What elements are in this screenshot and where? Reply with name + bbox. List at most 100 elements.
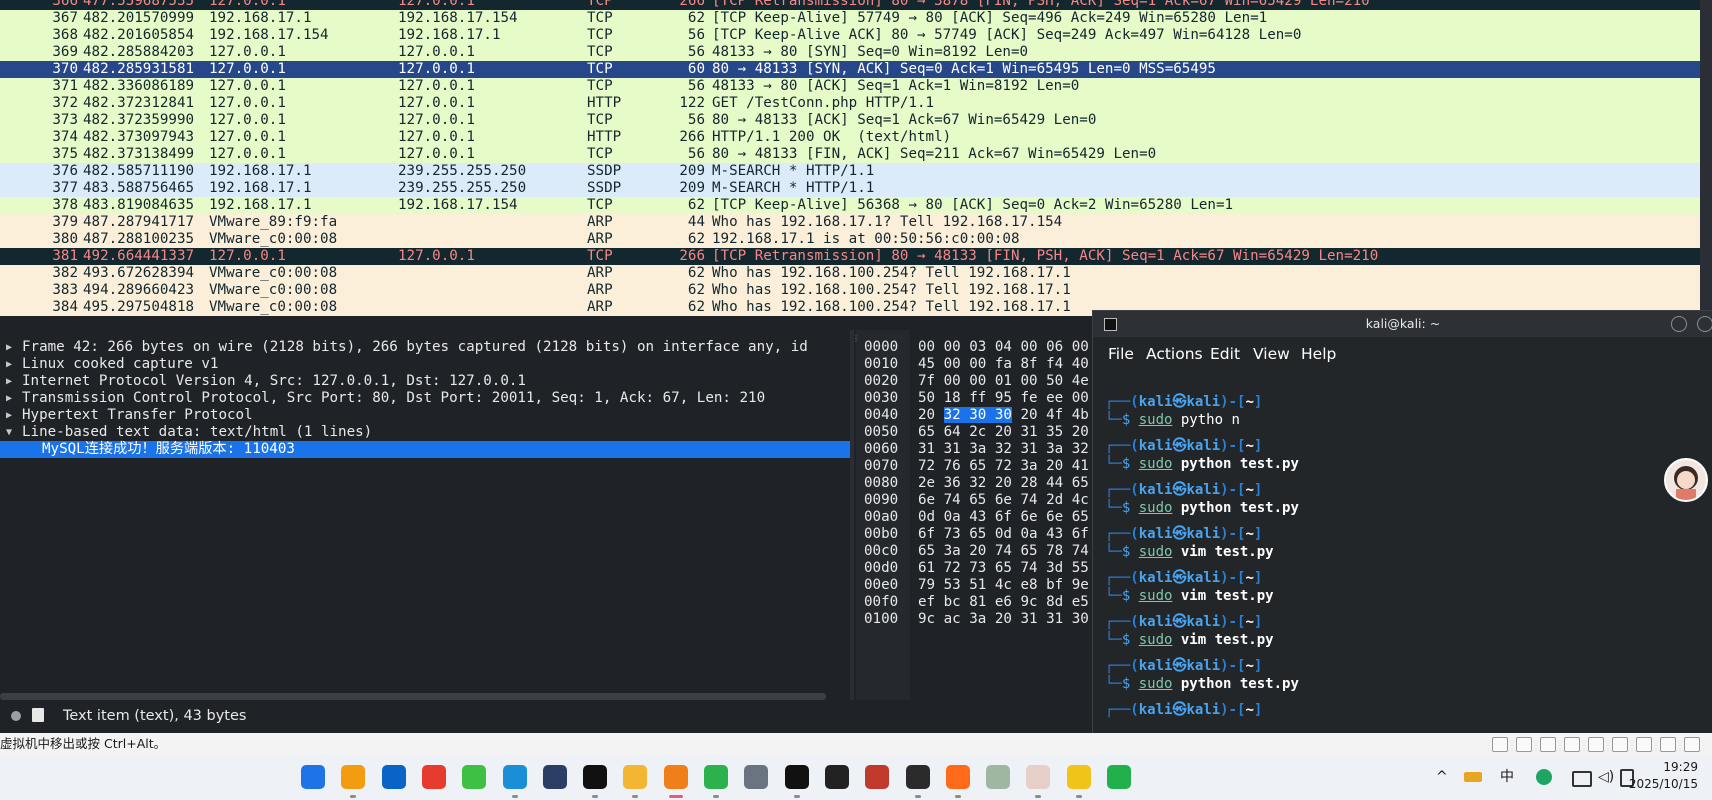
packet-row[interactable]: 383 494.289660423 VMware_c0:00:08 ARP 62 Who …	[0, 282, 1700, 299]
byte-hex-row[interactable]: 2e 36 32 20 28 44 65	[918, 475, 1089, 492]
music-icon[interactable]	[583, 765, 607, 789]
minimize-button[interactable]	[1671, 316, 1687, 332]
byte-hex-row[interactable]: 0d 0a 43 6f 6e 6e 65	[918, 509, 1089, 526]
details-tree-item[interactable]: MySQL连接成功！服务端版本: 110403	[0, 441, 850, 458]
details-horizontal-scrollbar[interactable]	[0, 693, 826, 700]
expand-arrow-icon[interactable]: ▶	[6, 373, 12, 390]
byte-hex-row[interactable]: 72 76 65 72 3a 20 41	[918, 458, 1089, 475]
tray-clock[interactable]: 19:29 2025/10/15	[1629, 759, 1698, 793]
vm-sound-icon[interactable]	[1540, 737, 1556, 752]
iqiyi-icon[interactable]	[462, 765, 486, 789]
details-tree-item[interactable]: ▶ Linux cooked capture v1	[0, 356, 850, 373]
packet-bytes-pane[interactable]: 0000 0010 0020 0030 0040 0050 0060 0070 0080 0090…	[856, 330, 1096, 700]
display-icon[interactable]	[1572, 771, 1592, 787]
ime-indicator[interactable]: 中	[1500, 769, 1514, 785]
vm-device-icon[interactable]	[1588, 737, 1604, 752]
vm-device-icon[interactable]	[1660, 737, 1676, 752]
byte-hex-row[interactable]: ef bc 81 e6 9c 8d e5	[918, 594, 1089, 611]
settings-icon[interactable]	[744, 765, 768, 789]
packet-row[interactable]: 379 487.287941717 VMware_89:f9:fa ARP 44 Who …	[0, 214, 1700, 231]
byte-hex-row[interactable]: 6e 74 65 6e 74 2d 4c	[918, 492, 1089, 509]
vm-device-icon[interactable]	[1492, 737, 1508, 752]
packet-row[interactable]: 381 492.664441337 127.0.0.1 127.0.0.1 TCP 266…	[0, 248, 1700, 265]
packet-row[interactable]: 375 482.373138499 127.0.0.1 127.0.0.1 TCP 56 8…	[0, 146, 1700, 163]
packet-row[interactable]: 366 477.559687535 127.0.0.1 127.0.0.1 TCP 266…	[0, 0, 1700, 10]
vm-fullscreen-icon[interactable]	[1684, 737, 1700, 752]
folder-icon[interactable]	[623, 765, 647, 789]
packet-row[interactable]: 368 482.201605854 192.168.17.154 192.168.17…	[0, 27, 1700, 44]
command-line[interactable]: └─$ sudo python test.py	[1105, 499, 1299, 517]
collapse-arrow-icon[interactable]: ▼	[6, 424, 12, 441]
command-line[interactable]: └─$ sudo vim test.py	[1105, 543, 1274, 561]
terminal-window[interactable]: kali@kali: ~ File Actions Edit View Help ┌──…	[1092, 310, 1712, 734]
byte-hex-row[interactable]: 61 72 73 65 74 3d 55	[918, 560, 1089, 577]
packet-row[interactable]: 374 482.373097943 127.0.0.1 127.0.0.1 HTTP 26…	[0, 129, 1700, 146]
qq-icon[interactable]	[785, 765, 809, 789]
details-tree-item[interactable]: ▼ Line-based text data: text/html (1 line…	[0, 424, 850, 441]
cat-app-icon[interactable]	[543, 765, 567, 789]
floating-avatar[interactable]	[1664, 458, 1708, 502]
details-tree-item[interactable]: ▶ Hypertext Transfer Protocol	[0, 407, 850, 424]
expand-arrow-icon[interactable]: ▶	[6, 356, 12, 373]
vm-printer-icon[interactable]	[1636, 737, 1652, 752]
outlook-icon[interactable]	[382, 765, 406, 789]
packet-row[interactable]: 370 482.285931581 127.0.0.1 127.0.0.1 TCP 60 8…	[0, 61, 1700, 78]
terminal-titlebar[interactable]: kali@kali: ~	[1093, 311, 1712, 337]
close-button[interactable]	[1697, 316, 1712, 332]
command-line[interactable]: └─$ sudo python test.py	[1105, 455, 1299, 473]
tray-status-icon[interactable]	[1536, 769, 1552, 785]
expand-arrow-icon[interactable]: ▶	[6, 407, 12, 424]
details-tree-item[interactable]: ▶ Internet Protocol Version 4, Src: 127.0…	[0, 373, 850, 390]
edit-comment-icon[interactable]	[32, 708, 44, 722]
packet-row[interactable]: 367 482.201570999 192.168.17.1 192.168.17.1…	[0, 10, 1700, 27]
tray-app-icon[interactable]	[1464, 772, 1482, 782]
expand-arrow-icon[interactable]: ▶	[6, 390, 12, 407]
menu-help[interactable]: Help	[1301, 337, 1336, 371]
command-line[interactable]: └─$ sudo python test.py	[1105, 675, 1299, 693]
vm-device-icon[interactable]	[1612, 737, 1628, 752]
clock-app-icon[interactable]	[1067, 765, 1091, 789]
byte-hex-row[interactable]: 79 53 51 4c e8 bf 9e	[918, 577, 1089, 594]
packet-row[interactable]: 376 482.585711190 192.168.17.1 239.255.255.…	[0, 163, 1700, 180]
byte-hex-row[interactable]: 20 32 30 30 20 4f 4b	[918, 407, 1089, 424]
byte-hex-row[interactable]: 7f 00 00 01 00 50 4e	[918, 373, 1089, 390]
command-line[interactable]: └─$ sudo pytho n	[1105, 411, 1240, 429]
edge-icon[interactable]	[503, 765, 527, 789]
menu-file[interactable]: File	[1108, 337, 1134, 371]
command-line[interactable]: └─$ sudo vim test.py	[1105, 587, 1274, 605]
command-line[interactable]: └─$ sudo vim test.py	[1105, 631, 1274, 649]
browser-icon[interactable]	[341, 765, 365, 789]
wechat-icon[interactable]	[704, 765, 728, 789]
byte-hex-row[interactable]: 65 64 2c 20 31 35 20	[918, 424, 1089, 441]
notion-icon[interactable]	[825, 765, 849, 789]
chevron-up-icon[interactable]: ^	[1436, 769, 1448, 785]
details-tree-item[interactable]: ▶ Frame 42: 266 bytes on wire (2128 bits)…	[0, 339, 850, 356]
details-tree-item[interactable]: ▶ Transmission Control Protocol, Src Port…	[0, 390, 850, 407]
packet-details-pane[interactable]: ▶ Frame 42: 266 bytes on wire (2128 bits)…	[0, 330, 850, 700]
packet-list-scrollbar[interactable]	[1700, 0, 1712, 316]
packet-list[interactable]: 366 477.559687535 127.0.0.1 127.0.0.1 TCP 266…	[0, 0, 1700, 316]
menu-actions[interactable]: Actions	[1146, 337, 1203, 371]
terminal-body[interactable]: ┌──(kali㉿kali)-[~] └─$ sudo pytho n ┌──(ka…	[1093, 371, 1712, 733]
byte-hex-row[interactable]: 9c ac 3a 20 31 31 30	[918, 611, 1089, 628]
packet-row[interactable]: 382 493.672628394 VMware_c0:00:08 ARP 62 Who …	[0, 265, 1700, 282]
vm-device-icon[interactable]	[1516, 737, 1532, 752]
packet-row[interactable]: 372 482.372312841 127.0.0.1 127.0.0.1 HTTP 12…	[0, 95, 1700, 112]
vm-device-icon[interactable]	[1564, 737, 1580, 752]
volume-icon[interactable]: ◁)	[1598, 769, 1614, 785]
terminal-icon[interactable]	[906, 765, 930, 789]
packet-row[interactable]: 377 483.588756465 192.168.17.1 239.255.255.…	[0, 180, 1700, 197]
byte-hex-row[interactable]: 65 3a 20 74 65 78 74	[918, 543, 1089, 560]
kali-dragon-icon[interactable]	[986, 765, 1010, 789]
vmware-icon[interactable]	[664, 765, 688, 789]
menu-edit[interactable]: Edit	[1210, 337, 1240, 371]
byte-hex-row[interactable]: 50 18 ff 95 fe ee 00	[918, 390, 1089, 407]
pane-splitter[interactable]	[850, 330, 854, 700]
windows-start-icon[interactable]	[301, 765, 325, 789]
layers-icon[interactable]	[865, 765, 889, 789]
packet-row[interactable]: 378 483.819084635 192.168.17.1 192.168.17.1…	[0, 197, 1700, 214]
packet-row[interactable]: 373 482.372359990 127.0.0.1 127.0.0.1 TCP 56 8…	[0, 112, 1700, 129]
packet-row[interactable]: 371 482.336086189 127.0.0.1 127.0.0.1 TCP 56 4…	[0, 78, 1700, 95]
byte-hex-row[interactable]: 45 00 00 fa 8f f4 40	[918, 356, 1089, 373]
expert-info-icon[interactable]	[11, 711, 21, 721]
